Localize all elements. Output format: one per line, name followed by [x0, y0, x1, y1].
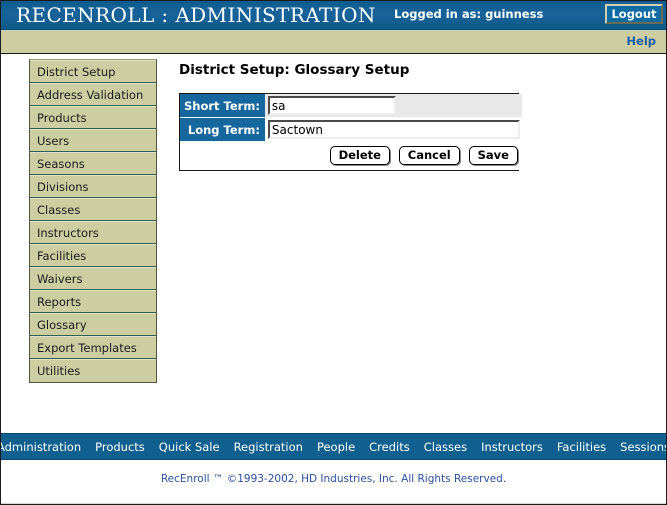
sidebar-item-glossary[interactable]: Glossary — [30, 313, 156, 336]
footer-link-registration[interactable]: Registration — [227, 440, 310, 454]
long-term-label: Long Term: — [180, 117, 265, 142]
sidebar-item-seasons[interactable]: Seasons — [30, 152, 156, 175]
content-area: District Setup Address Validation Produc… — [1, 54, 666, 433]
page-title: District Setup: Glossary Setup — [179, 62, 410, 78]
logout-button[interactable]: Logout — [605, 4, 663, 24]
sidebar-item-export-templates[interactable]: Export Templates — [30, 336, 156, 359]
footer-link-administration[interactable]: Administration — [1, 440, 88, 454]
sidebar-item-products[interactable]: Products — [30, 106, 156, 129]
application-window: RECENROLL : ADMINISTRATION Logged in as:… — [0, 0, 667, 505]
sidebar-item-district-setup[interactable]: District Setup — [30, 60, 156, 83]
short-term-label: Short Term: — [180, 94, 265, 118]
delete-button[interactable]: Delete — [329, 146, 390, 166]
title-bar: RECENROLL : ADMINISTRATION Logged in as:… — [1, 1, 666, 30]
short-term-input[interactable] — [267, 96, 396, 115]
sidebar-item-utilities[interactable]: Utilities — [30, 359, 156, 382]
form-row-actions: Delete Cancel Save — [180, 141, 522, 171]
footer-link-quick-sale[interactable]: Quick Sale — [152, 440, 227, 454]
long-term-field-cell — [264, 117, 522, 142]
sidebar-item-users[interactable]: Users — [30, 129, 156, 152]
footer-link-classes[interactable]: Classes — [417, 440, 474, 454]
footer-link-instructors[interactable]: Instructors — [474, 440, 550, 454]
copyright-text: RecEnroll ™ ©1993-2002, HD Industries, I… — [1, 460, 666, 504]
save-button[interactable]: Save — [468, 146, 518, 166]
glossary-form: Short Term: Long Term: Delete — [179, 93, 522, 172]
footer-link-sessions[interactable]: Sessions — [613, 440, 666, 454]
sidebar-item-divisions[interactable]: Divisions — [30, 175, 156, 198]
form-row-short-term: Short Term: — [180, 94, 522, 118]
form-table: Short Term: Long Term: Delete — [180, 94, 522, 171]
sidebar-item-facilities[interactable]: Facilities — [30, 244, 156, 267]
help-bar: Help — [1, 30, 666, 54]
form-button-row: Delete Cancel Save — [180, 141, 522, 171]
sidebar-item-classes[interactable]: Classes — [30, 198, 156, 221]
footer-link-people[interactable]: People — [310, 440, 362, 454]
form-row-long-term: Long Term: — [180, 117, 522, 142]
footer-nav: Administration Products Quick Sale Regis… — [1, 433, 666, 460]
footer-link-credits[interactable]: Credits — [362, 440, 417, 454]
footer-link-products[interactable]: Products — [88, 440, 152, 454]
help-link[interactable]: Help — [626, 34, 656, 48]
sidebar-item-waivers[interactable]: Waivers — [30, 267, 156, 290]
logged-in-status: Logged in as: guinness — [394, 7, 544, 21]
cancel-button[interactable]: Cancel — [398, 146, 460, 166]
sidebar-item-address-validation[interactable]: Address Validation — [30, 83, 156, 106]
sidebar-nav: District Setup Address Validation Produc… — [29, 59, 157, 383]
sidebar-item-reports[interactable]: Reports — [30, 290, 156, 313]
app-title: RECENROLL : ADMINISTRATION — [16, 3, 376, 27]
sidebar-item-instructors[interactable]: Instructors — [30, 221, 156, 244]
long-term-input[interactable] — [267, 120, 520, 139]
footer-link-facilities[interactable]: Facilities — [550, 440, 613, 454]
short-term-field-cell — [264, 94, 522, 118]
